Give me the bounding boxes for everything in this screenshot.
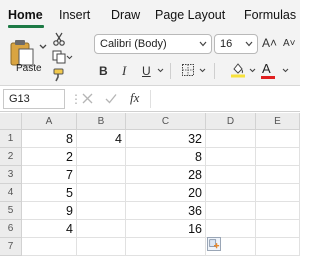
formula-bar: G13 ⋮ fx — [0, 86, 300, 112]
cell-e2[interactable] — [256, 148, 300, 166]
row-header-2[interactable]: 2 — [0, 148, 22, 166]
cell-a2[interactable]: 2 — [22, 148, 77, 166]
chevron-down-icon[interactable] — [282, 68, 289, 73]
fill-color-icon[interactable] — [230, 62, 246, 78]
cell-d3[interactable] — [206, 166, 256, 184]
cell-d6[interactable] — [206, 220, 256, 238]
chevron-down-icon[interactable] — [38, 42, 48, 52]
bold-button[interactable]: B — [99, 64, 108, 78]
row-header-1[interactable]: 1 — [0, 130, 22, 148]
cell-a6[interactable]: 4 — [22, 220, 77, 238]
tab-page-layout[interactable]: Page Layout — [155, 8, 225, 22]
chevron-down-icon[interactable] — [249, 68, 256, 73]
cell-d4[interactable] — [206, 184, 256, 202]
cell-a3[interactable]: 7 — [22, 166, 77, 184]
insert-function-button[interactable]: fx — [130, 90, 139, 106]
format-painter-icon[interactable] — [52, 68, 66, 82]
divider — [170, 63, 171, 79]
cell-d1[interactable] — [206, 130, 256, 148]
font-name-select[interactable]: Calibri (Body) — [94, 34, 212, 54]
cell-a7[interactable] — [22, 238, 77, 256]
tab-insert[interactable]: Insert — [59, 8, 90, 22]
column-header-c[interactable]: C — [126, 113, 206, 130]
paste-label[interactable]: Paste — [16, 63, 42, 74]
cell-a1[interactable]: 8 — [22, 130, 77, 148]
chevron-down-icon[interactable] — [157, 68, 164, 73]
font-color-icon[interactable]: A — [262, 61, 271, 76]
font-size-value: 16 — [220, 38, 233, 50]
cut-icon[interactable] — [52, 32, 66, 46]
tab-draw[interactable]: Draw — [111, 8, 140, 22]
cell-e4[interactable] — [256, 184, 300, 202]
row-header-4[interactable]: 4 — [0, 184, 22, 202]
cell-a4[interactable]: 5 — [22, 184, 77, 202]
row-header-3[interactable]: 3 — [0, 166, 22, 184]
spreadsheet-grid: A B C D E 1 2 3 4 5 6 7 8 4 32 2 8 7 28 … — [0, 113, 300, 263]
cell-b2[interactable] — [77, 148, 126, 166]
cell-e6[interactable] — [256, 220, 300, 238]
row-header-5[interactable]: 5 — [0, 202, 22, 220]
increase-font-size-button[interactable]: A˄ — [262, 36, 277, 50]
tab-formulas[interactable]: Formulas — [244, 8, 296, 22]
cell-d5[interactable] — [206, 202, 256, 220]
font-name-value: Calibri (Body) — [100, 38, 167, 50]
chevron-down-icon[interactable] — [199, 68, 206, 73]
cell-c4[interactable]: 20 — [126, 184, 206, 202]
cell-e1[interactable] — [256, 130, 300, 148]
chevron-down-icon — [245, 41, 253, 47]
divider — [214, 63, 215, 79]
cancel-icon[interactable] — [82, 93, 93, 104]
name-box[interactable]: G13 — [3, 89, 65, 109]
column-header-b[interactable]: B — [77, 113, 126, 130]
underline-button[interactable]: U — [142, 64, 151, 78]
column-header-d[interactable]: D — [206, 113, 256, 130]
home-ribbon: Paste Calibri (Body) 16 A˄ A˅ B I U A — [0, 28, 300, 86]
enter-icon[interactable] — [105, 93, 117, 104]
cell-b4[interactable] — [77, 184, 126, 202]
select-all-corner[interactable] — [0, 113, 22, 130]
tab-home[interactable]: Home — [8, 8, 43, 22]
cell-c2[interactable]: 8 — [126, 148, 206, 166]
cell-e5[interactable] — [256, 202, 300, 220]
row-header-7[interactable]: 7 — [0, 238, 22, 256]
chevron-down-icon[interactable] — [66, 54, 73, 61]
column-header-a[interactable]: A — [22, 113, 77, 130]
row-header-6[interactable]: 6 — [0, 220, 22, 238]
chevron-down-icon — [199, 41, 207, 47]
borders-icon[interactable] — [182, 64, 194, 76]
italic-button[interactable]: I — [122, 63, 126, 79]
cell-c7[interactable] — [126, 238, 206, 256]
paste-options-icon[interactable] — [207, 237, 221, 251]
cell-b3[interactable] — [77, 166, 126, 184]
name-box-value: G13 — [9, 93, 30, 105]
formula-bar-grip: ⋮ — [70, 92, 82, 106]
column-header-e[interactable]: E — [256, 113, 300, 130]
font-color-swatch — [261, 76, 275, 79]
cell-a5[interactable]: 9 — [22, 202, 77, 220]
formula-input[interactable] — [150, 90, 296, 108]
cell-c6[interactable]: 16 — [126, 220, 206, 238]
cell-d2[interactable] — [206, 148, 256, 166]
cell-b1[interactable]: 4 — [77, 130, 126, 148]
cell-b5[interactable] — [77, 202, 126, 220]
cell-e3[interactable] — [256, 166, 300, 184]
cell-b6[interactable] — [77, 220, 126, 238]
cell-c3[interactable]: 28 — [126, 166, 206, 184]
font-size-select[interactable]: 16 — [214, 34, 258, 54]
ribbon-tab-bar: Home Insert Draw Page Layout Formulas — [0, 0, 300, 28]
decrease-font-size-button[interactable]: A˅ — [283, 38, 296, 49]
cell-b7[interactable] — [77, 238, 126, 256]
cell-e7[interactable] — [256, 238, 300, 256]
copy-icon[interactable] — [52, 50, 66, 64]
cell-c1[interactable]: 32 — [126, 130, 206, 148]
cell-c5[interactable]: 36 — [126, 202, 206, 220]
